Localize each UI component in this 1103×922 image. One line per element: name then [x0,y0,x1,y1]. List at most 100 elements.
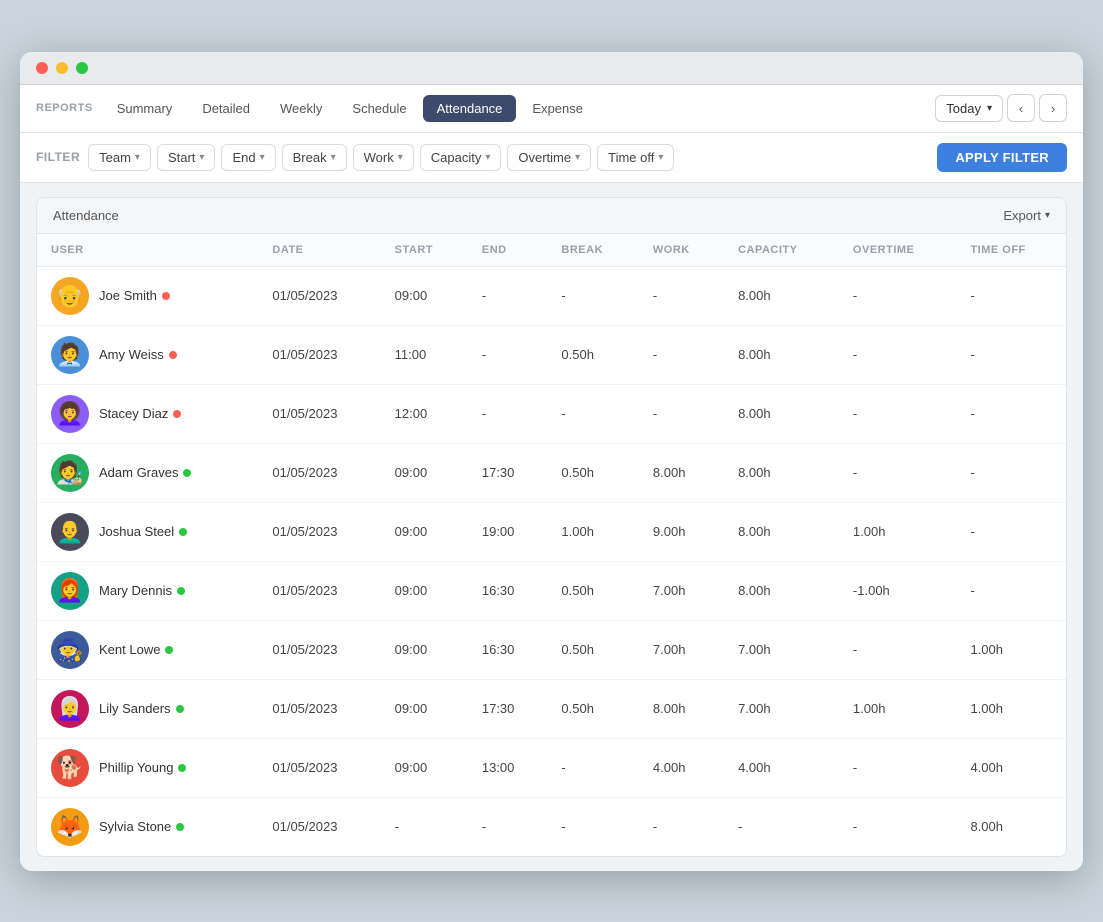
user-cell-6: 🧙 Kent Lowe [37,620,258,679]
col-start: START [381,234,468,267]
cell-overtime-5: -1.00h [839,561,957,620]
cell-date-3: 01/05/2023 [258,443,380,502]
cell-break-9: - [547,797,638,856]
status-dot [179,528,187,536]
user-name: Joshua Steel [99,524,187,539]
cell-capacity-0: 8.00h [724,266,839,325]
table-header-bar: Attendance Export ▾ [37,198,1066,234]
cell-end-8: 13:00 [468,738,548,797]
filter-start-button[interactable]: Start▾ [157,144,216,171]
tab-schedule[interactable]: Schedule [338,95,420,122]
table-section-title: Attendance [53,208,119,223]
cell-break-5: 0.50h [547,561,638,620]
table-row: 👩‍🦳 Lily Sanders 01/05/202309:0017:300.5… [37,679,1066,738]
user-cell-7: 👩‍🦳 Lily Sanders [37,679,258,738]
cell-date-6: 01/05/2023 [258,620,380,679]
cell-work-3: 8.00h [639,443,724,502]
cell-capacity-3: 8.00h [724,443,839,502]
cell-break-2: - [547,384,638,443]
cell-work-9: - [639,797,724,856]
today-select[interactable]: Today ▾ [935,95,1003,122]
cell-capacity-8: 4.00h [724,738,839,797]
col-break: BREAK [547,234,638,267]
filter-work-button[interactable]: Work▾ [353,144,414,171]
cell-timeoff-4: - [956,502,1066,561]
prev-button[interactable]: ‹ [1007,94,1035,122]
tab-attendance[interactable]: Attendance [423,95,517,122]
cell-break-7: 0.50h [547,679,638,738]
user-name: Kent Lowe [99,642,173,657]
cell-end-7: 17:30 [468,679,548,738]
user-name: Adam Graves [99,465,191,480]
cell-overtime-4: 1.00h [839,502,957,561]
col-capacity: CAPACITY [724,234,839,267]
cell-date-7: 01/05/2023 [258,679,380,738]
tab-expense[interactable]: Expense [518,95,597,122]
status-dot [162,292,170,300]
cell-start-5: 09:00 [381,561,468,620]
table-row: 🦊 Sylvia Stone 01/05/2023------8.00h [37,797,1066,856]
filter-capacity-button[interactable]: Capacity▾ [420,144,502,171]
user-cell-5: 👩‍🦰 Mary Dennis [37,561,258,620]
cell-work-7: 8.00h [639,679,724,738]
status-dot [176,705,184,713]
filter-timeoff-button[interactable]: Time off▾ [597,144,674,171]
minimize-button[interactable] [56,62,68,74]
avatar: 🧙 [51,631,89,669]
cell-timeoff-8: 4.00h [956,738,1066,797]
col-overtime: OVERTIME [839,234,957,267]
avatar: 👩‍🦱 [51,395,89,433]
cell-start-4: 09:00 [381,502,468,561]
cell-overtime-9: - [839,797,957,856]
status-dot [173,410,181,418]
user-cell-9: 🦊 Sylvia Stone [37,797,258,856]
user-name: Lily Sanders [99,701,184,716]
cell-end-3: 17:30 [468,443,548,502]
app-window: REPORTS SummaryDetailedWeeklyScheduleAtt… [20,52,1083,871]
cell-date-2: 01/05/2023 [258,384,380,443]
apply-filter-button[interactable]: APPLY FILTER [937,143,1067,172]
next-button[interactable]: › [1039,94,1067,122]
cell-overtime-2: - [839,384,957,443]
cell-break-4: 1.00h [547,502,638,561]
cell-start-2: 12:00 [381,384,468,443]
cell-overtime-1: - [839,325,957,384]
cell-end-9: - [468,797,548,856]
status-dot [165,646,173,654]
cell-end-1: - [468,325,548,384]
filter-end-button[interactable]: End▾ [221,144,275,171]
cell-capacity-9: - [724,797,839,856]
status-dot [176,823,184,831]
tab-detailed[interactable]: Detailed [188,95,264,122]
today-label: Today [946,101,981,116]
tab-weekly[interactable]: Weekly [266,95,336,122]
filter-break-button[interactable]: Break▾ [282,144,347,171]
filter-label: FILTER [36,150,80,164]
maximize-button[interactable] [76,62,88,74]
cell-break-8: - [547,738,638,797]
col-time-off: TIME OFF [956,234,1066,267]
cell-date-1: 01/05/2023 [258,325,380,384]
table-row: 👴 Joe Smith 01/05/202309:00---8.00h-- [37,266,1066,325]
avatar: 🦊 [51,808,89,846]
cell-date-4: 01/05/2023 [258,502,380,561]
user-cell-4: 👨‍🦲 Joshua Steel [37,502,258,561]
table-row: 🧙 Kent Lowe 01/05/202309:0016:300.50h7.0… [37,620,1066,679]
cell-date-9: 01/05/2023 [258,797,380,856]
cell-work-2: - [639,384,724,443]
user-name: Mary Dennis [99,583,185,598]
avatar: 👴 [51,277,89,315]
cell-capacity-2: 8.00h [724,384,839,443]
filter-team-button[interactable]: Team▾ [88,144,151,171]
cell-work-6: 7.00h [639,620,724,679]
close-button[interactable] [36,62,48,74]
tab-summary[interactable]: Summary [103,95,187,122]
filter-overtime-button[interactable]: Overtime▾ [507,144,591,171]
title-bar [20,52,1083,85]
user-cell-0: 👴 Joe Smith [37,266,258,325]
cell-date-5: 01/05/2023 [258,561,380,620]
avatar: 👩‍🦳 [51,690,89,728]
cell-timeoff-9: 8.00h [956,797,1066,856]
chevron-down-icon: ▾ [987,103,992,114]
export-button[interactable]: Export ▾ [1003,208,1050,223]
